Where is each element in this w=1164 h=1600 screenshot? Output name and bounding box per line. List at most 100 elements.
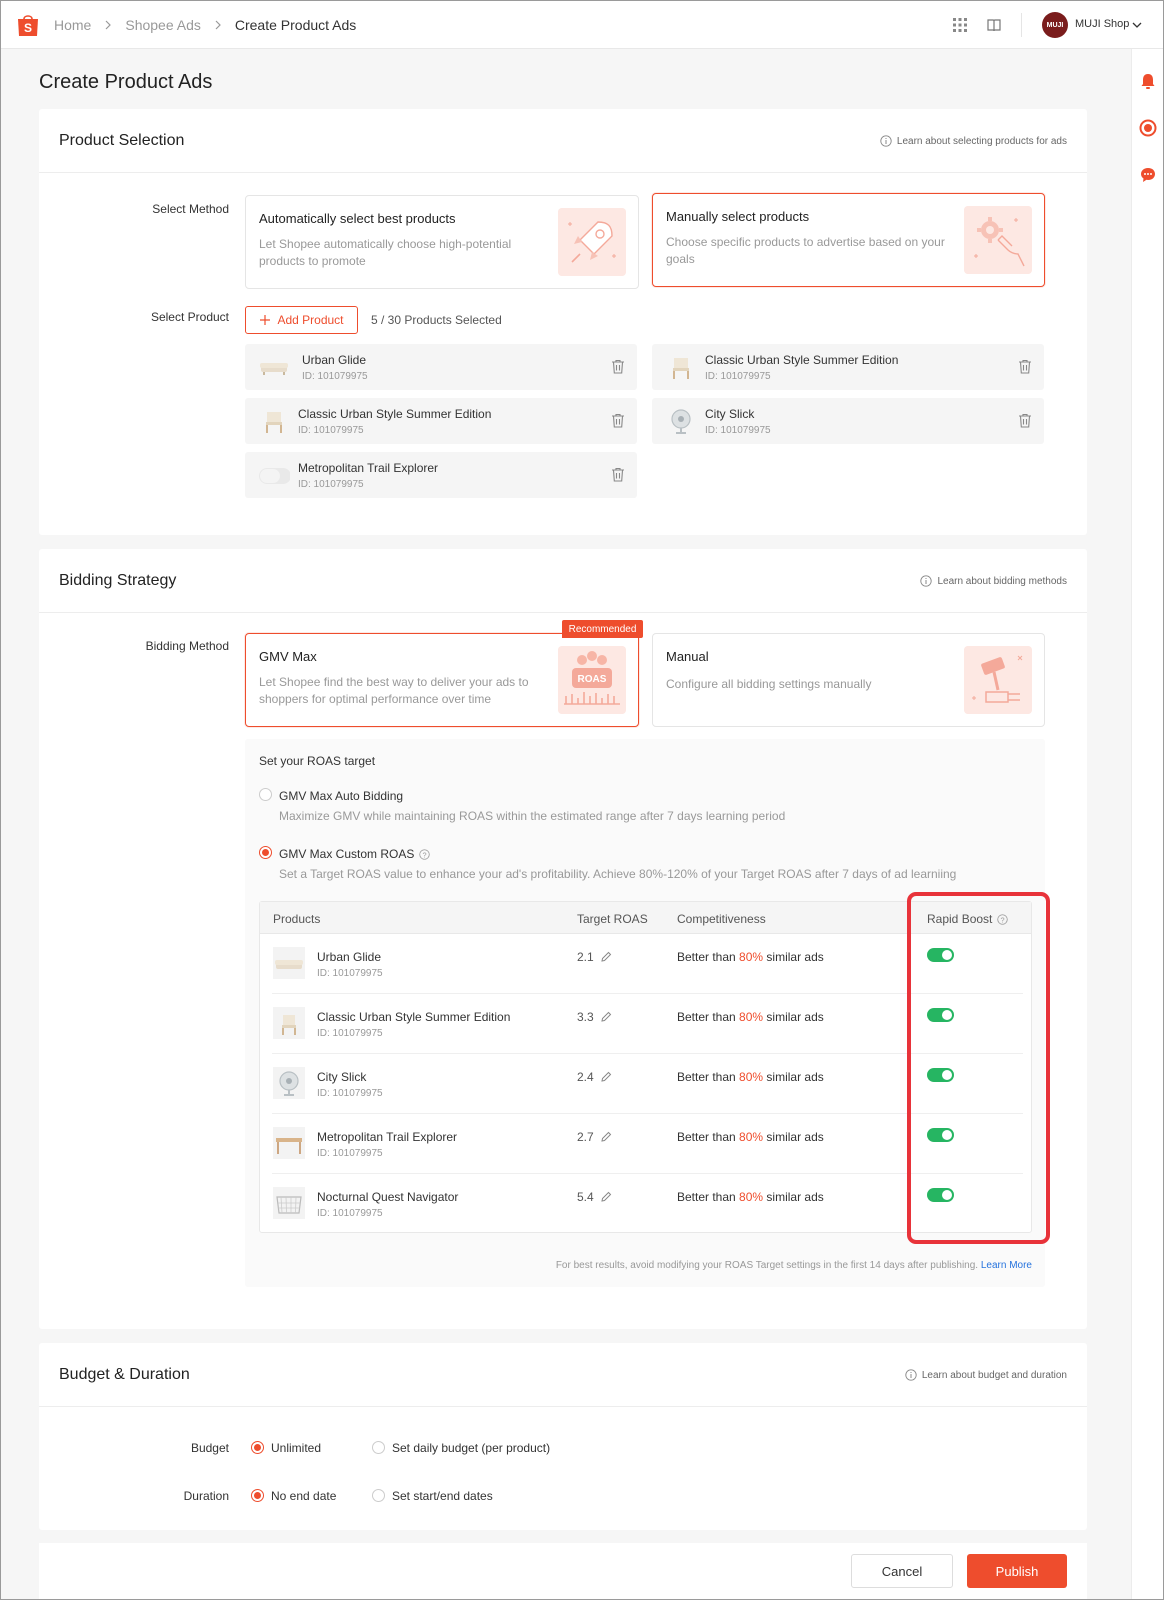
method-auto-select[interactable]: Automatically select best products Let S… [245, 195, 639, 289]
gear-hand-icon [964, 206, 1032, 274]
target-roas-cell[interactable]: 2.7 [577, 1130, 612, 1144]
option-title: GMV Max [259, 649, 317, 664]
roas-icon: ROAS [558, 646, 626, 714]
product-id: ID: 101079975 [302, 371, 368, 382]
option-unlimited[interactable]: Unlimited [271, 1441, 321, 1455]
product-name: City Slick [705, 407, 755, 421]
product-name: Classic Urban Style Summer Edition [317, 1010, 511, 1024]
radio-custom-roas[interactable] [259, 846, 272, 859]
chat-icon[interactable] [1139, 166, 1157, 184]
learn-link[interactable]: Learn about selecting products for ads [880, 135, 1067, 147]
competitiveness-cell: Better than 80% similar ads [677, 1010, 824, 1024]
method-gmv-max[interactable]: GMV Max Let Shopee find the best way to … [245, 633, 639, 727]
radio-daily-budget[interactable] [372, 1441, 385, 1454]
learn-link[interactable]: Learn about budget and duration [905, 1369, 1067, 1381]
card-header: Product Selection Learn about selecting … [39, 109, 1087, 173]
book-icon[interactable] [986, 17, 1002, 33]
recommended-badge: Recommended [562, 620, 643, 638]
budget-duration-card: Budget & Duration Learn about budget and… [39, 1343, 1087, 1530]
gavel-icon [964, 646, 1032, 714]
cancel-button[interactable]: Cancel [851, 1554, 953, 1588]
pencil-icon[interactable] [600, 1071, 612, 1083]
roas-art-text: ROAS [578, 674, 607, 685]
pencil-icon[interactable] [600, 1011, 612, 1023]
trash-icon[interactable] [1018, 359, 1032, 374]
avatar[interactable]: MUJI [1042, 12, 1068, 38]
page-title: Create Product Ads [39, 71, 213, 93]
target-roas-cell[interactable]: 2.1 [577, 950, 612, 964]
product-thumbnail [266, 412, 282, 433]
support-icon[interactable] [1139, 119, 1157, 137]
learn-more-link[interactable]: Learn More [981, 1260, 1032, 1271]
target-roas-cell[interactable]: 2.4 [577, 1070, 612, 1084]
selected-product-chip: Metropolitan Trail Explorer ID: 10107997… [245, 452, 637, 498]
option-title[interactable]: GMV Max Auto Bidding [279, 789, 403, 803]
rapid-boost-highlight [907, 892, 1050, 1244]
breadcrumb-home[interactable]: Home [54, 17, 91, 33]
radio-no-end-date[interactable] [251, 1489, 264, 1502]
divider [1021, 13, 1022, 37]
shop-name[interactable]: MUJI Shop [1075, 18, 1129, 30]
pencil-icon[interactable] [600, 1131, 612, 1143]
trash-icon[interactable] [1018, 413, 1032, 428]
trash-icon[interactable] [611, 413, 625, 428]
comp-prefix: Better than [677, 1190, 740, 1204]
right-rail [1131, 49, 1163, 1599]
rocket-icon [558, 208, 626, 276]
roas-heading: Set your ROAS target [259, 754, 376, 768]
pencil-icon[interactable] [600, 1191, 612, 1203]
comp-suffix: similar ads [763, 1190, 824, 1204]
option-daily-budget[interactable]: Set daily budget (per product) [392, 1441, 550, 1455]
option-no-end-date[interactable]: No end date [271, 1489, 336, 1503]
comp-prefix: Better than [677, 1010, 740, 1024]
duration-label: Duration [183, 1489, 229, 1503]
target-roas-cell[interactable]: 5.4 [577, 1190, 612, 1204]
publish-button[interactable]: Publish [967, 1554, 1067, 1588]
pencil-icon[interactable] [600, 951, 612, 963]
breadcrumb: Home Shopee Ads Create Product Ads [54, 17, 356, 33]
radio-start-end-dates[interactable] [372, 1489, 385, 1502]
product-name: Urban Glide [302, 353, 367, 367]
learn-link[interactable]: Learn about bidding methods [920, 575, 1067, 587]
option-desc: Let Shopee automatically choose high-pot… [259, 237, 512, 268]
option-start-end-dates[interactable]: Set start/end dates [392, 1489, 493, 1503]
target-roas-value: 2.7 [577, 1130, 594, 1144]
section-title: Budget & Duration [59, 1366, 190, 1383]
product-id: ID: 101079975 [317, 1208, 383, 1219]
chevron-right-icon [215, 20, 221, 30]
bell-icon[interactable] [1139, 72, 1157, 90]
bidding-method-label: Bidding Method [145, 639, 229, 653]
target-roas-cell[interactable]: 3.3 [577, 1010, 612, 1024]
product-selection-card: Product Selection Learn about selecting … [39, 109, 1087, 535]
custom-roas-title[interactable]: GMV Max Custom ROAS ? [279, 847, 431, 861]
product-thumbnail [273, 1127, 305, 1159]
product-name: Nocturnal Quest Navigator [317, 1190, 459, 1204]
chevron-down-icon[interactable] [1131, 19, 1143, 31]
competitiveness-cell: Better than 80% similar ads [677, 950, 824, 964]
radio-unlimited[interactable] [251, 1441, 264, 1454]
product-name: Metropolitan Trail Explorer [298, 461, 439, 475]
target-roas-value: 2.4 [577, 1070, 594, 1084]
breadcrumb-shopee-ads[interactable]: Shopee Ads [125, 17, 201, 33]
learn-link-text: Learn about selecting products for ads [896, 135, 1067, 147]
trash-icon[interactable] [611, 359, 625, 374]
help-icon[interactable]: ? [419, 848, 431, 860]
shopee-logo-icon[interactable]: S [17, 13, 39, 37]
method-manual-bidding[interactable]: Manual Configure all bidding settings ma… [652, 633, 1045, 727]
radio-auto-bidding[interactable] [259, 788, 272, 801]
section-title: Product Selection [59, 132, 185, 149]
comp-percent: 80% [739, 1190, 764, 1204]
comp-prefix: Better than [677, 1130, 740, 1144]
product-thumbnail [273, 1187, 305, 1219]
selected-product-chip: Classic Urban Style Summer Edition ID: 1… [245, 398, 637, 444]
method-manual-select[interactable]: Manually select products Choose specific… [652, 193, 1045, 287]
product-thumbnail [273, 947, 305, 979]
competitiveness-cell: Better than 80% similar ads [677, 1130, 824, 1144]
option-desc: Set a Target ROAS value to enhance your … [279, 867, 957, 881]
add-product-button[interactable]: Add Product [245, 306, 358, 334]
comp-percent: 80% [739, 1130, 764, 1144]
add-product-label: Add Product [277, 313, 344, 327]
trash-icon[interactable] [611, 467, 625, 482]
apps-grid-icon[interactable] [952, 17, 968, 33]
comp-suffix: similar ads [763, 950, 824, 964]
